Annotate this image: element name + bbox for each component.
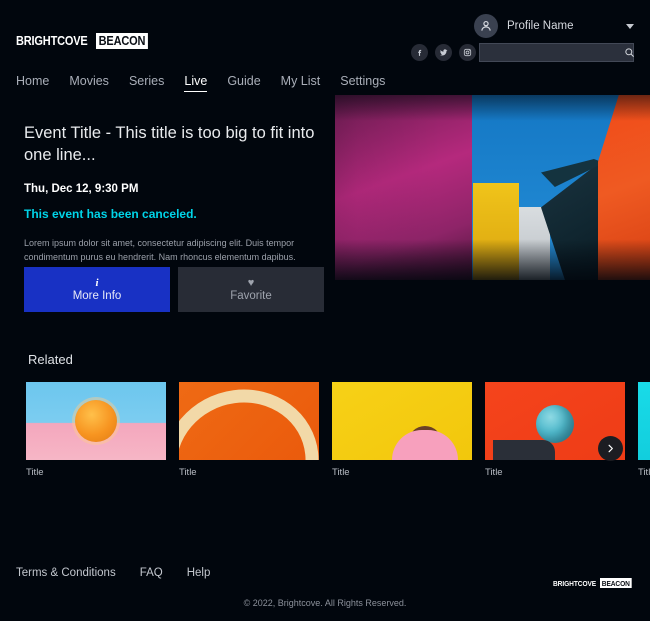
nav-item-movies[interactable]: Movies (69, 74, 109, 92)
related-card-title: Title (638, 467, 650, 478)
related-card[interactable]: Title (638, 382, 650, 478)
hero-status-message: This event has been canceled. (24, 206, 197, 221)
search-bar[interactable] (479, 43, 634, 62)
related-card[interactable]: Title (485, 382, 625, 478)
profile-menu[interactable]: Profile Name (474, 14, 634, 38)
related-card[interactable]: Title (26, 382, 166, 478)
chevron-right-icon (608, 444, 613, 453)
hero-title: Event Title - This title is too big to f… (24, 124, 315, 164)
logo-brightcove-text: BRIGHTCOVE (16, 34, 88, 48)
hero-date: Thu, Dec 12, 9:30 PM (24, 182, 139, 195)
main-nav: Home Movies Series Live Guide My List Se… (16, 74, 385, 92)
more-info-button[interactable]: i More Info (24, 267, 170, 312)
more-info-label: More Info (72, 289, 122, 302)
nav-item-live[interactable]: Live (184, 74, 207, 92)
footer-link-help[interactable]: Help (187, 567, 211, 579)
nav-item-series[interactable]: Series (129, 74, 164, 92)
related-card-title: Title (179, 467, 197, 478)
footer-brightcove-beacon-logo: BRIGHTCOVE BEACON (553, 578, 636, 588)
info-icon: i (95, 276, 99, 289)
profile-name-label: Profile Name (507, 20, 574, 32)
footer-logo-beacon-text: BEACON (600, 578, 632, 588)
related-card[interactable]: Title (332, 382, 472, 478)
related-card-title: Title (332, 467, 350, 478)
hero-section: Event Title - This title is too big to f… (0, 95, 650, 340)
related-card-title: Title (485, 467, 503, 478)
search-input[interactable] (480, 47, 624, 58)
footer-link-terms[interactable]: Terms & Conditions (16, 567, 116, 579)
related-card[interactable]: Title (179, 382, 319, 478)
heart-icon: ♥ (247, 276, 255, 289)
related-card-thumbnail (26, 382, 166, 460)
twitter-icon[interactable] (435, 44, 452, 61)
site-footer: Terms & Conditions FAQ Help BRIGHTCOVE B… (0, 546, 650, 621)
carousel-next-button[interactable] (598, 436, 623, 461)
related-card-thumbnail (179, 382, 319, 460)
search-icon[interactable] (624, 47, 635, 58)
nav-item-home[interactable]: Home (16, 74, 49, 92)
footer-logo-brightcove-text: BRIGHTCOVE (553, 578, 597, 588)
related-card-thumbnail (332, 382, 472, 460)
related-section: Related Title Title Title Title Title (0, 352, 650, 478)
chevron-down-icon[interactable] (626, 23, 634, 29)
copyright-text: © 2022, Brightcove. All Rights Reserved. (243, 598, 407, 608)
nav-item-settings[interactable]: Settings (340, 74, 385, 92)
favorite-button[interactable]: ♥ Favorite (178, 267, 324, 312)
brightcove-beacon-logo[interactable]: BRIGHTCOVE BEACON (16, 33, 155, 49)
footer-link-faq[interactable]: FAQ (140, 567, 163, 579)
site-header: BRIGHTCOVE BEACON Profile Name Home Movi… (0, 0, 650, 95)
nav-item-my-list[interactable]: My List (281, 74, 321, 92)
related-heading: Related (28, 352, 73, 367)
app-page: BRIGHTCOVE BEACON Profile Name Home Movi… (0, 0, 650, 621)
related-card-thumbnail (638, 382, 650, 460)
facebook-icon[interactable] (411, 44, 428, 61)
logo-beacon-text: BEACON (96, 33, 149, 49)
related-card-title: Title (26, 467, 44, 478)
related-carousel: Title Title Title Title Title (0, 382, 650, 478)
nav-item-guide[interactable]: Guide (227, 74, 260, 92)
hero-action-buttons: i More Info ♥ Favorite (24, 267, 324, 312)
social-links (411, 44, 476, 61)
hero-content: Event Title - This title is too big to f… (24, 123, 324, 279)
avatar (474, 14, 498, 38)
footer-links: Terms & Conditions FAQ Help (16, 567, 210, 579)
instagram-icon[interactable] (459, 44, 476, 61)
favorite-label: Favorite (230, 289, 272, 302)
